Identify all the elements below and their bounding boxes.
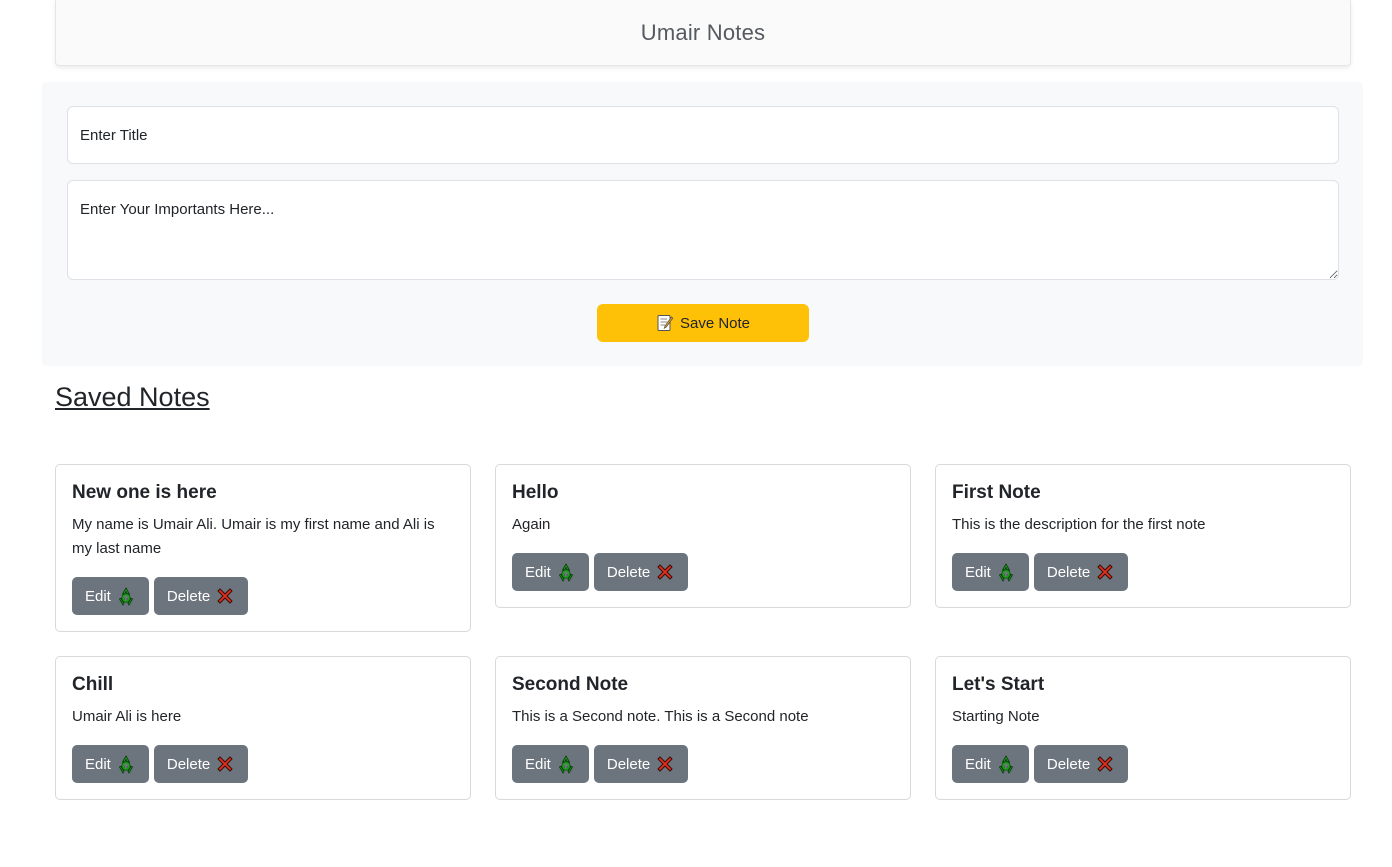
edit-label: Edit [525,563,551,581]
recycle-icon [996,562,1016,582]
recycle-icon [556,754,576,774]
note-title: Let's Start [952,674,1045,695]
delete-note-button[interactable]: Delete [153,577,249,615]
cross-mark-icon [655,562,675,582]
note-description: Umair Ali is here [72,708,182,725]
delete-label: Delete [606,563,651,581]
note-title: New one is here [72,482,217,503]
delete-label: Delete [606,755,651,773]
cross-mark-icon [655,754,675,774]
note-description: This is a Second note. This is a Second … [512,708,809,725]
note-title: Second Note [512,674,629,695]
delete-note-button[interactable]: Delete [593,553,689,591]
cross-mark-icon [1095,562,1115,582]
delete-note-button[interactable]: Delete [1033,745,1129,783]
cross-mark-icon [215,754,235,774]
note-title: Hello [512,482,559,503]
note-title: First Note [952,482,1041,503]
note-form: Save Note [42,82,1363,366]
app-header: Umair Notes [55,0,1351,66]
description-input[interactable] [67,180,1339,280]
edit-note-button[interactable]: Edit [72,745,149,783]
title-input[interactable] [67,106,1339,164]
save-note-label: Save Note [679,314,751,332]
edit-note-button[interactable]: Edit [72,577,149,615]
recycle-icon [116,586,136,606]
delete-label: Delete [1046,563,1091,581]
edit-label: Edit [85,755,111,773]
cross-mark-icon [1095,754,1115,774]
note-description: Again [512,516,551,533]
recycle-icon [556,562,576,582]
note-card: Chill Umair Ali is here Edit Delete [55,656,471,800]
edit-note-button[interactable]: Edit [952,553,1029,591]
saved-notes-heading: Saved Notes [55,382,210,412]
delete-label: Delete [1046,755,1091,773]
edit-label: Edit [85,587,111,605]
note-card: New one is here My name is Umair Ali. Um… [55,464,471,632]
note-card: First Note This is the description for t… [935,464,1351,608]
cross-mark-icon [215,586,235,606]
note-card: Let's Start Starting Note Edit Delete [935,656,1351,800]
delete-note-button[interactable]: Delete [593,745,689,783]
note-card: Second Note This is a Second note. This … [495,656,911,800]
edit-note-button[interactable]: Edit [512,553,589,591]
recycle-icon [116,754,136,774]
edit-label: Edit [965,755,991,773]
edit-note-button[interactable]: Edit [952,745,1029,783]
edit-label: Edit [525,755,551,773]
app-title: Umair Notes [640,19,766,45]
note-title: Chill [72,674,114,695]
note-description: This is the description for the first no… [952,516,1206,533]
note-description: Starting Note [952,708,1040,725]
note-card: Hello Again Edit Delete [495,464,911,608]
delete-label: Delete [166,587,211,605]
recycle-icon [996,754,1016,774]
delete-label: Delete [166,755,211,773]
delete-note-button[interactable]: Delete [1033,553,1129,591]
save-note-button[interactable]: Save Note [597,304,809,342]
edit-label: Edit [965,563,991,581]
note-description: My name is Umair Ali. Umair is my first … [72,516,435,557]
edit-note-button[interactable]: Edit [512,745,589,783]
delete-note-button[interactable]: Delete [153,745,249,783]
memo-icon [656,314,674,332]
